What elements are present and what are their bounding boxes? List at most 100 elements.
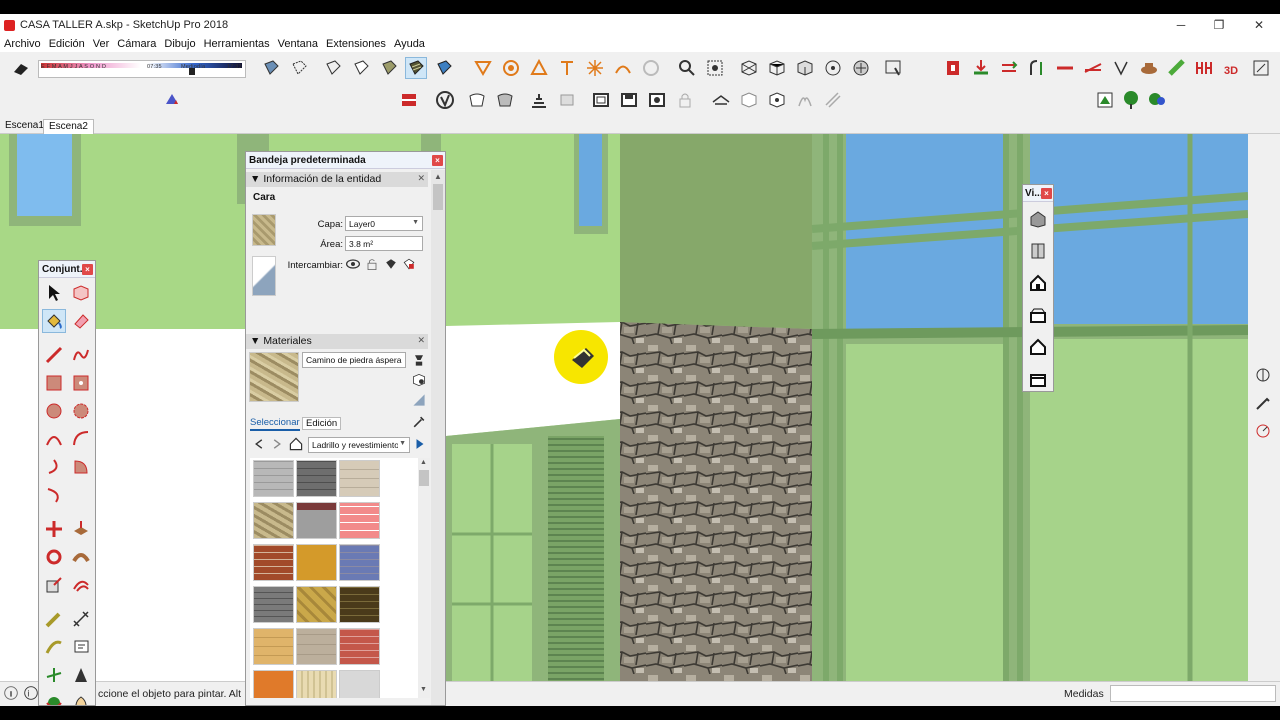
cast-shadows-icon[interactable] xyxy=(383,256,399,272)
place-terrain-icon[interactable] xyxy=(1094,89,1116,111)
line-icon[interactable] xyxy=(1054,57,1076,79)
right-house-icon[interactable] xyxy=(1026,303,1050,327)
scroll-up-arrow-icon[interactable]: ▲ xyxy=(420,459,427,466)
sandbox-icon[interactable] xyxy=(710,89,732,111)
model-viewport[interactable] xyxy=(0,134,1248,681)
tape-measure-icon[interactable] xyxy=(42,607,66,631)
display-secondary-icon[interactable] xyxy=(411,352,427,368)
menu-extensiones[interactable]: Extensiones xyxy=(326,38,386,50)
scale-icon[interactable] xyxy=(42,573,66,597)
collection-select[interactable]: Ladrillo y revestimiento ▼ xyxy=(308,437,410,453)
left-house-icon[interactable] xyxy=(1026,367,1050,391)
section-display-icon[interactable] xyxy=(640,57,662,79)
close-icon[interactable]: × xyxy=(82,264,93,275)
close-button[interactable]: ✕ xyxy=(1240,14,1278,36)
orbit-icon[interactable] xyxy=(882,57,904,79)
freehand-icon[interactable] xyxy=(69,343,93,367)
trim-icon[interactable] xyxy=(590,89,612,111)
close-icon[interactable]: ✕ xyxy=(417,173,425,184)
material-swatch[interactable] xyxy=(296,544,337,581)
material-swatch[interactable] xyxy=(296,460,337,497)
material-swatch[interactable] xyxy=(296,628,337,665)
top-view-icon[interactable] xyxy=(766,57,788,79)
close-icon[interactable]: × xyxy=(432,155,443,166)
hidden-line-icon[interactable] xyxy=(350,57,372,79)
info-icon[interactable] xyxy=(2,684,20,702)
lock-icon[interactable] xyxy=(674,89,696,111)
material-swatch[interactable] xyxy=(339,586,380,623)
menu-edicion[interactable]: Edición xyxy=(49,38,85,50)
zoom-extents-icon[interactable] xyxy=(704,57,726,79)
tray-title[interactable]: Bandeja predeterminada × xyxy=(246,152,445,169)
menu-camara[interactable]: Cámara xyxy=(117,38,156,50)
axes-tool-icon[interactable] xyxy=(42,663,66,687)
entity-info-header[interactable]: ▼ Información de la entidad ✕ xyxy=(246,172,428,187)
forward-arrow-icon[interactable] xyxy=(270,437,284,451)
subtract-icon[interactable] xyxy=(556,89,578,111)
geo-location-icon[interactable] xyxy=(1252,420,1274,442)
scroll-thumb[interactable] xyxy=(433,184,443,210)
component-icon[interactable] xyxy=(1166,57,1188,79)
lock-toggle-icon[interactable] xyxy=(364,256,380,272)
material-swatch[interactable] xyxy=(253,670,294,698)
intersect-icon[interactable] xyxy=(1082,57,1104,79)
back-view-icon[interactable] xyxy=(850,57,872,79)
views-toolbar-title[interactable]: Vi... × xyxy=(1023,185,1053,202)
back-edges-icon[interactable] xyxy=(288,57,310,79)
details-arrow-icon[interactable] xyxy=(413,437,427,451)
arc-icon[interactable] xyxy=(1026,57,1048,79)
offset-icon[interactable] xyxy=(998,57,1020,79)
text-tool-icon[interactable] xyxy=(556,57,578,79)
orbit-circle-icon[interactable] xyxy=(500,57,522,79)
tab-edit[interactable]: Edición xyxy=(302,417,342,430)
move-icon[interactable] xyxy=(42,517,66,541)
right-view-icon[interactable] xyxy=(822,57,844,79)
dimension-text-icon[interactable] xyxy=(1194,57,1216,79)
follow-me-icon[interactable] xyxy=(970,57,992,79)
tab-select[interactable]: Seleccionar xyxy=(250,417,300,431)
material-swatch[interactable] xyxy=(253,544,294,581)
outer-shell-icon[interactable] xyxy=(466,89,488,111)
rotate-icon[interactable] xyxy=(42,545,66,569)
check-solid-icon[interactable] xyxy=(434,89,456,111)
shadows-toggle-icon[interactable] xyxy=(10,57,32,79)
arc-alt-icon[interactable] xyxy=(42,483,66,507)
tray-scrollbar[interactable]: ▲ xyxy=(431,170,445,705)
make-component-icon[interactable] xyxy=(69,281,93,305)
two-point-arc-icon[interactable] xyxy=(69,427,93,451)
pencil-line-icon[interactable] xyxy=(42,343,66,367)
pan-icon[interactable] xyxy=(69,691,93,705)
material-swatch[interactable] xyxy=(253,502,294,539)
menu-ayuda[interactable]: Ayuda xyxy=(394,38,425,50)
menu-ventana[interactable]: Ventana xyxy=(278,38,318,50)
material-swatch[interactable] xyxy=(339,628,380,665)
protractor-tool-icon[interactable] xyxy=(42,635,66,659)
flip-edge-icon[interactable] xyxy=(822,89,844,111)
dimensions-icon[interactable] xyxy=(612,57,634,79)
current-material-preview[interactable] xyxy=(249,352,299,402)
maximize-button[interactable]: ❐ xyxy=(1200,14,1238,36)
circle-icon[interactable] xyxy=(42,399,66,423)
smoove-icon[interactable] xyxy=(766,89,788,111)
back-material-swatch[interactable] xyxy=(252,256,276,296)
material-swatch[interactable] xyxy=(296,502,337,539)
text-label-icon[interactable] xyxy=(69,635,93,659)
top-house-icon[interactable] xyxy=(1026,239,1050,263)
box-icon[interactable] xyxy=(738,89,760,111)
scene-tab-2[interactable]: Escena2 xyxy=(43,119,94,134)
default-material-icon[interactable] xyxy=(411,392,427,408)
menu-herramientas[interactable]: Herramientas xyxy=(204,38,270,50)
union-icon[interactable] xyxy=(646,89,668,111)
eyedropper-icon[interactable] xyxy=(411,414,427,430)
home-icon[interactable] xyxy=(288,436,304,452)
material-swatch[interactable] xyxy=(339,670,380,698)
intersect-solid-icon[interactable] xyxy=(494,89,516,111)
material-swatch[interactable] xyxy=(253,460,294,497)
iso-view-icon[interactable] xyxy=(738,57,760,79)
front-house-icon[interactable] xyxy=(1026,271,1050,295)
material-swatch[interactable] xyxy=(296,586,337,623)
create-material-icon[interactable] xyxy=(411,372,427,388)
section-plane-icon[interactable] xyxy=(472,57,494,79)
measure-tool-icon[interactable] xyxy=(1252,392,1274,414)
pie-icon[interactable] xyxy=(69,455,93,479)
